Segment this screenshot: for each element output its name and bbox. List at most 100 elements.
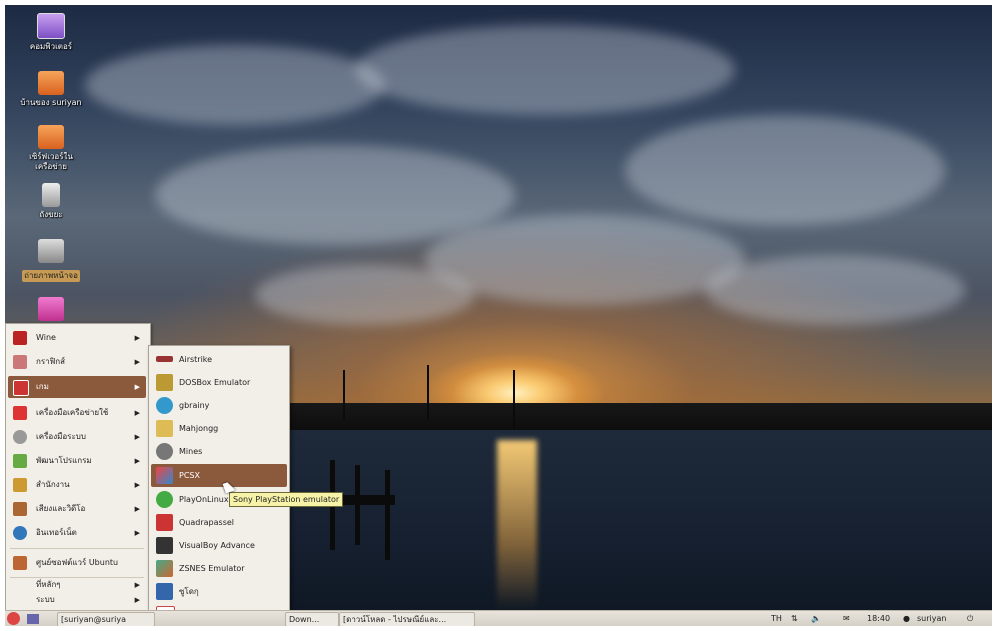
taskbar-item-label: [ดาวน์โหลด - ไปรษณีย์และ... (343, 615, 447, 624)
desktop-icon-label: บ้านของ suriyan (20, 98, 82, 107)
menu-item-label: ระบบ (36, 595, 55, 604)
submenu-item-label: Quadrapassel (179, 518, 234, 527)
menu-item-system[interactable]: ระบบ ▶ (8, 593, 146, 607)
desktop-icon-network[interactable]: เซิร์ฟเวอร์ใน เครือข่าย (11, 125, 91, 172)
menu-item-label: อินเทอร์เน็ต (36, 528, 77, 537)
desktop-icon-label: ถ่ายภาพหน้าจอ (22, 270, 80, 282)
dosbox-icon (156, 374, 173, 391)
submenu-item-pcsx[interactable]: PCSX (151, 464, 287, 487)
tooltip: Sony PlayStation emulator (229, 492, 344, 507)
gbrainy-icon (156, 397, 173, 414)
menu-item-places[interactable]: ที่หลักๆ ▶ (8, 578, 146, 592)
menu-item-system-tools[interactable]: เครื่องมือระบบ ▶ (8, 426, 146, 448)
zsnes-icon (156, 560, 173, 577)
menu-item-office[interactable]: สำนักงาน ▶ (8, 474, 146, 496)
sudoku-icon (156, 583, 173, 600)
menu-item-label: เกม (36, 382, 49, 391)
internet-icon (13, 526, 27, 540)
software-center-icon (13, 556, 27, 570)
keyboard-layout-indicator[interactable]: TH (771, 611, 782, 626)
menu-item-games[interactable]: เกม ▶ (8, 376, 146, 398)
submenu-item-zsnes[interactable]: ZSNES Emulator (151, 557, 287, 580)
desktop-icon-trash[interactable]: ถังขยะ (11, 183, 91, 220)
quadrapassel-icon (156, 514, 173, 531)
submenu-item-dosbox[interactable]: DOSBox Emulator (151, 371, 287, 394)
submenu-item-label: ซูโดกุ (179, 587, 199, 596)
submenu-arrow-icon: ▶ (134, 358, 140, 366)
submenu-item-mahjongg[interactable]: Mahjongg (151, 417, 287, 440)
clock[interactable]: 18:40 (867, 611, 890, 626)
desktop-icon-package[interactable] (11, 297, 91, 321)
visualboy-icon (156, 537, 173, 554)
submenu-item-label: Airstrike (179, 355, 213, 364)
taskbar-item-label: Down... (289, 615, 320, 624)
submenu-item-label: DOSBox Emulator (179, 378, 251, 387)
submenu-item-label: Mahjongg (179, 424, 219, 433)
trash-icon (42, 183, 60, 207)
menu-item-programming[interactable]: พัฒนาโปรแกรม ▶ (8, 450, 146, 472)
desktop-icon-label: เซิร์ฟเวอร์ใน เครือข่าย (29, 152, 73, 171)
submenu-item-visualboy[interactable]: VisualBoy Advance (151, 534, 287, 557)
submenu-item-label: gbrainy (179, 401, 210, 410)
office-icon (13, 478, 27, 492)
submenu-arrow-icon: ▶ (134, 596, 140, 604)
playonlinux-icon (156, 491, 173, 508)
submenu-arrow-icon: ▶ (134, 481, 140, 489)
menu-item-wine[interactable]: Wine ▶ (8, 327, 146, 349)
mail-indicator-icon[interactable]: ✉ (843, 611, 850, 626)
games-icon (13, 380, 29, 396)
submenu-arrow-icon: ▶ (134, 334, 140, 342)
submenu-item-label: ZSNES Emulator (179, 564, 245, 573)
taskbar-item-label: [suriyan@suriya (61, 615, 126, 624)
taskbar-item-terminal[interactable]: [suriyan@suriya (57, 612, 155, 626)
show-desktop-icon[interactable] (27, 614, 39, 624)
menu-item-accessories[interactable]: เครื่องมือเครือข่ายใช้ ▶ (8, 402, 146, 424)
submenu-arrow-icon: ▶ (134, 457, 140, 465)
desktop-icon-label: คอมพิวเตอร์ (29, 42, 73, 51)
camera-icon (38, 239, 64, 263)
desktop-icon-computer[interactable]: คอมพิวเตอร์ (11, 13, 91, 52)
user-indicator-icon[interactable]: ● (903, 611, 910, 626)
power-icon[interactable]: ⏻ (967, 611, 973, 626)
network-folder-icon (38, 125, 64, 149)
submenu-arrow-icon: ▶ (134, 505, 140, 513)
desktop-icon-label: ถังขยะ (39, 210, 63, 219)
desktop-icon-screenshot[interactable]: ถ่ายภาพหน้าจอ (11, 239, 91, 282)
submenu-item-sudoku[interactable]: ซูโดกุ (151, 580, 287, 603)
taskbar-item-mail[interactable]: [ดาวน์โหลด - ไปรษณีย์และ... (339, 612, 475, 626)
volume-icon[interactable]: 🔈 (811, 611, 821, 626)
menu-item-label: เครื่องมือระบบ (36, 432, 86, 441)
accessories-icon (13, 406, 27, 420)
desktop-screen: คอมพิวเตอร์ บ้านของ suriyan เซิร์ฟเวอร์ใ… (5, 5, 992, 626)
menu-item-graphics[interactable]: กราฟิกส์ ▶ (8, 351, 146, 373)
menu-item-label: เครื่องมือเครือข่ายใช้ (36, 408, 109, 417)
submenu-item-quadrapassel[interactable]: Quadrapassel (151, 511, 287, 534)
user-name[interactable]: suriyan (917, 611, 946, 626)
package-icon (38, 297, 64, 321)
water (285, 430, 992, 610)
mines-icon (156, 443, 173, 460)
submenu-item-mines[interactable]: Mines (151, 440, 287, 463)
menu-item-software-center[interactable]: ศูนย์ซอฟต์แวร์ Ubuntu (8, 552, 146, 574)
mahjongg-icon (156, 420, 173, 437)
submenu-item-label: PCSX (179, 471, 200, 480)
submenu-item-airstrike[interactable]: Airstrike (151, 348, 287, 371)
ubuntu-menu-icon[interactable] (7, 612, 20, 625)
menu-item-label: ศูนย์ซอฟต์แวร์ Ubuntu (36, 558, 119, 567)
menu-item-label: เสียงและวิดีโอ (36, 504, 86, 513)
bottom-panel: [suriyan@suriya Down... [ดาวน์โหลด - ไปร… (5, 610, 992, 626)
applications-menu: Wine ▶ กราฟิกส์ ▶ เกม ▶ เครื่องมือเครือข… (5, 323, 151, 612)
taskbar-item-downloads[interactable]: Down... (285, 612, 339, 626)
menu-item-label: กราฟิกส์ (36, 357, 66, 366)
menu-item-sound-video[interactable]: เสียงและวิดีโอ ▶ (8, 498, 146, 520)
menu-item-label: Wine (36, 333, 56, 342)
shoreline (285, 403, 992, 431)
home-folder-icon (38, 71, 64, 95)
menu-item-internet[interactable]: อินเทอร์เน็ต ▶ (8, 522, 146, 544)
sun-reflection (497, 440, 537, 610)
submenu-item-gbrainy[interactable]: gbrainy (151, 394, 287, 417)
desktop-icon-home[interactable]: บ้านของ suriyan (11, 71, 91, 108)
wine-icon (13, 331, 27, 345)
network-icon[interactable]: ⇅ (791, 611, 798, 626)
menu-item-label: สำนักงาน (36, 480, 70, 489)
